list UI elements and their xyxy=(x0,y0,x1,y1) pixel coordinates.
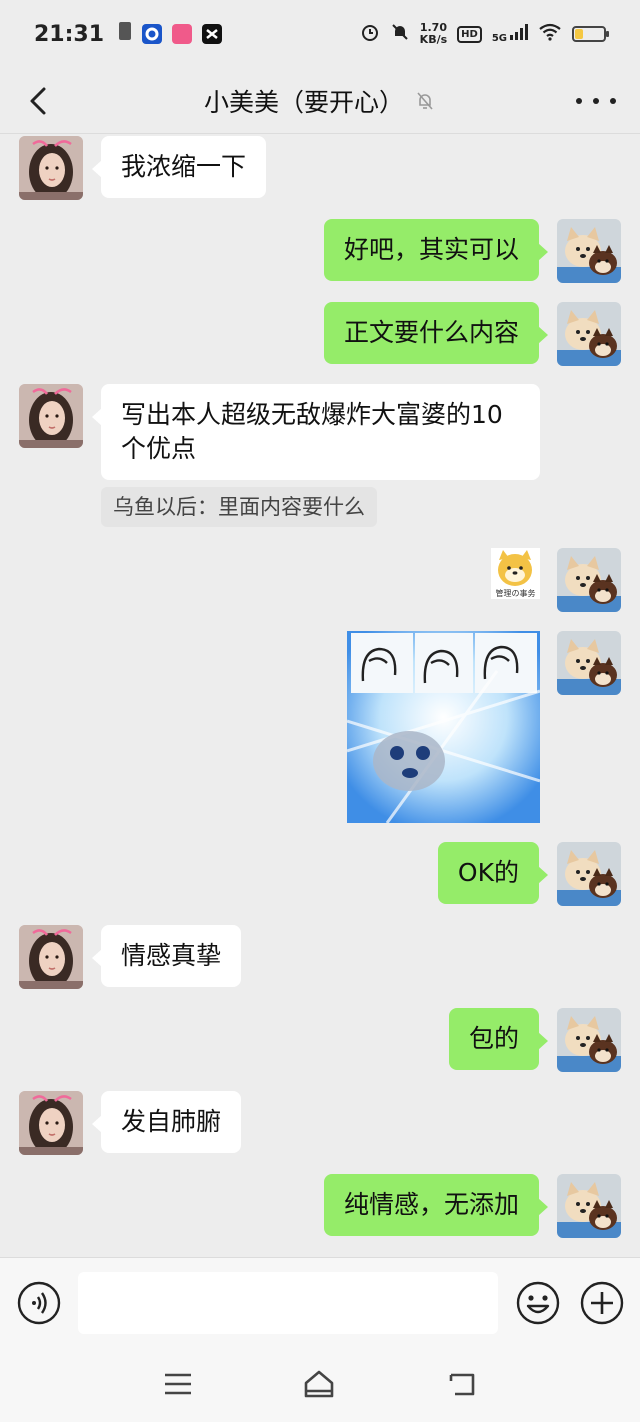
signal-bars-icon xyxy=(510,24,528,44)
signal-5g: 5G xyxy=(492,24,528,44)
dot xyxy=(610,98,616,104)
network-speed: 1.70 KB/s xyxy=(420,22,447,46)
menu-icon[interactable] xyxy=(161,1367,195,1401)
message-bubble-received[interactable]: 我浓缩一下 xyxy=(91,136,267,198)
chevron-left-icon xyxy=(30,87,46,115)
status-right-group: 1.70 KB/s HD 5G xyxy=(360,22,609,46)
chat-header: 小美美（要开心） xyxy=(0,68,640,134)
sticker-caption: 管理の事务 xyxy=(495,589,536,598)
net-speed-unit: KB/s xyxy=(419,33,448,46)
bell-muted-icon xyxy=(414,90,436,112)
message-bubble-sent[interactable]: 包的 xyxy=(448,1008,549,1070)
chat-message-list[interactable]: 我浓缩一下 好吧，其实可以 正文要什么内容 写出本人超级无敌爆炸大富婆的10个优… xyxy=(0,135,640,1257)
input-bar xyxy=(0,1257,640,1349)
more-dots-icon[interactable] xyxy=(576,86,616,116)
title-wrap: 小美美（要开心） xyxy=(204,83,436,119)
self-avatar[interactable] xyxy=(557,1174,621,1238)
sim-card-icon xyxy=(118,21,132,47)
sticker-doge-message[interactable]: 管理の事务 xyxy=(491,548,540,599)
self-avatar[interactable] xyxy=(557,548,621,612)
notification-icons xyxy=(118,21,223,47)
signal-label: 5G xyxy=(491,33,507,44)
bell-muted-status-icon xyxy=(390,22,410,46)
self-avatar[interactable] xyxy=(557,631,621,695)
self-avatar[interactable] xyxy=(557,302,621,366)
meme-sticker-icon xyxy=(347,631,540,823)
contact-avatar[interactable] xyxy=(19,384,83,448)
self-avatar[interactable] xyxy=(557,842,621,906)
alarm-icon xyxy=(360,22,380,46)
emoji-icon[interactable] xyxy=(515,1280,561,1326)
self-avatar[interactable] xyxy=(557,219,621,283)
status-time: 21:31 xyxy=(34,21,105,47)
dot xyxy=(593,98,599,104)
wifi-icon xyxy=(538,23,562,45)
sticker-image-message[interactable] xyxy=(347,631,540,823)
app-icon-pink xyxy=(172,24,193,44)
back-icon[interactable] xyxy=(445,1367,479,1401)
message-bubble-sent[interactable]: 纯情感，无添加 xyxy=(323,1174,549,1236)
message-bubble-sent[interactable]: OK的 xyxy=(437,842,549,904)
plus-icon[interactable] xyxy=(580,1281,624,1325)
message-bubble-received[interactable]: 写出本人超级无敌爆炸大富婆的10个优点 xyxy=(92,384,540,480)
quoted-message[interactable]: 乌鱼以后：里面内容要什么 xyxy=(101,487,377,527)
message-bubble-sent[interactable]: 正文要什么内容 xyxy=(323,302,549,364)
battery-icon xyxy=(572,26,609,42)
app-icon-blue xyxy=(142,24,163,44)
message-input[interactable] xyxy=(78,1272,498,1334)
message-bubble-received[interactable]: 情感真挚 xyxy=(91,925,242,987)
status-bar: 21:31 1.70 KB/s HD 5G xyxy=(0,0,640,68)
contact-avatar[interactable] xyxy=(19,136,83,200)
back-button[interactable] xyxy=(22,82,60,120)
hd-badge: HD xyxy=(457,25,482,43)
voice-icon[interactable] xyxy=(17,1281,61,1325)
self-avatar[interactable] xyxy=(557,1008,621,1072)
contact-avatar[interactable] xyxy=(19,1091,83,1155)
app-icon-capcut xyxy=(202,24,223,44)
message-bubble-received[interactable]: 发自肺腑 xyxy=(91,1091,242,1153)
system-nav-bar xyxy=(0,1349,640,1422)
contact-avatar[interactable] xyxy=(19,925,83,989)
home-icon[interactable] xyxy=(302,1367,336,1401)
chat-title: 小美美（要开心） xyxy=(203,87,404,117)
message-bubble-sent[interactable]: 好吧，其实可以 xyxy=(323,219,549,281)
dot xyxy=(576,98,582,104)
